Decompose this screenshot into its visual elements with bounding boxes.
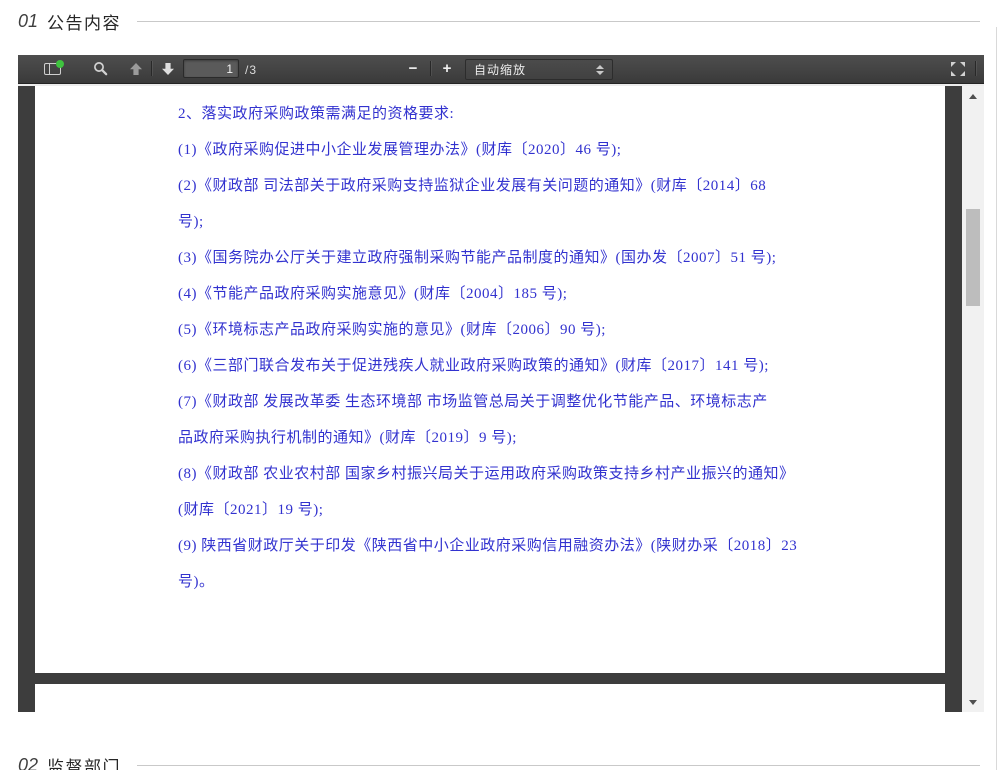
sidebar-toggle-button[interactable] xyxy=(37,55,67,82)
page-right-border xyxy=(996,27,997,770)
next-page-button[interactable] xyxy=(154,55,182,82)
zoom-in-icon: + xyxy=(443,61,452,76)
pdf-text-line: (4)《节能产品政府采购实施意见》(财库〔2004〕185 号); xyxy=(178,276,878,312)
pdf-text-line: (8)《财政部 农业农村部 国家乡村振兴局关于运用政府采购政策支持乡村产业振兴的… xyxy=(178,456,878,492)
section-divider xyxy=(137,21,980,22)
pdf-text-line: 号)。 xyxy=(178,564,878,600)
scrollbar-thumb[interactable] xyxy=(966,209,980,306)
chevron-updown-icon xyxy=(596,65,604,75)
search-button[interactable] xyxy=(86,55,114,82)
section-number: 01 xyxy=(18,11,38,32)
notification-dot xyxy=(56,60,64,68)
page-down-icon xyxy=(161,62,175,76)
zoom-in-button[interactable]: + xyxy=(433,55,461,82)
toolbar-separator xyxy=(430,61,431,76)
section-header-supervision: 02 监督部门 xyxy=(18,753,980,770)
pdf-viewer-canvas: 2、落实政府采购政策需满足的资格要求: (1)《政府采购促进中小企业发展管理办法… xyxy=(18,86,984,712)
pdf-toolbar: /3 − + 自动缩放 xyxy=(18,55,984,84)
pdf-text-line: 2、落实政府采购政策需满足的资格要求: xyxy=(178,96,878,132)
pdf-text-line: (2)《财政部 司法部关于政府采购支持监狱企业发展有关问题的通知》(财库〔201… xyxy=(178,168,878,204)
zoom-out-icon: − xyxy=(409,61,418,76)
pdf-text-line: (6)《三部门联合发布关于促进残疾人就业政府采购政策的通知》(财库〔2017〕1… xyxy=(178,348,878,384)
pdf-viewer: /3 − + 自动缩放 xyxy=(18,55,984,712)
pdf-text-line: (3)《国务院办公厅关于建立政府强制采购节能产品制度的通知》(国办发〔2007〕… xyxy=(178,240,878,276)
section-number: 02 xyxy=(18,755,38,770)
zoom-out-button[interactable]: − xyxy=(399,55,427,82)
scale-select[interactable]: 自动缩放 xyxy=(465,59,613,80)
section-divider xyxy=(137,765,980,766)
previous-page-button[interactable] xyxy=(122,55,150,82)
presentation-mode-icon xyxy=(950,61,966,77)
pdf-text-line: 号); xyxy=(178,204,878,240)
section-header-announcement: 01 公告内容 xyxy=(18,9,980,34)
scrollbar-up-button[interactable] xyxy=(962,88,984,104)
pdf-text-line: (财库〔2021〕19 号); xyxy=(178,492,878,528)
search-icon xyxy=(93,61,108,76)
toolbar-separator xyxy=(151,61,152,76)
section-title: 监督部门 xyxy=(47,753,121,770)
pdf-text-line: (9) 陕西省财政厅关于印发《陕西省中小企业政府采购信用融资办法》(陕财办采〔2… xyxy=(178,528,878,564)
section-title: 公告内容 xyxy=(47,9,121,34)
scrollbar-up-icon xyxy=(969,94,977,99)
pdf-text-line: (5)《环境标志产品政府采购实施的意见》(财库〔2006〕90 号); xyxy=(178,312,878,348)
pdf-text-block: 2、落实政府采购政策需满足的资格要求: (1)《政府采购促进中小企业发展管理办法… xyxy=(178,96,878,600)
presentation-mode-button[interactable] xyxy=(944,55,972,82)
pdf-text-line: 品政府采购执行机制的通知》(财库〔2019〕9 号); xyxy=(178,420,878,456)
pdf-page-1: 2、落实政府采购政策需满足的资格要求: (1)《政府采购促进中小企业发展管理办法… xyxy=(35,86,945,673)
pdf-text-line: (1)《政府采购促进中小企业发展管理办法》(财库〔2020〕46 号); xyxy=(178,132,878,168)
page-number-input[interactable] xyxy=(183,59,239,78)
page-up-icon xyxy=(129,62,143,76)
pdf-page-2 xyxy=(35,684,945,712)
toolbar-separator xyxy=(975,61,976,76)
scale-select-value: 自动缩放 xyxy=(474,61,596,78)
sidebar-toggle-icon xyxy=(44,63,61,75)
page-count-label: /3 xyxy=(245,55,257,84)
pdf-scrollbar[interactable] xyxy=(962,86,984,712)
page: 01 公告内容 xyxy=(0,0,999,770)
pdf-text-line: (7)《财政部 发展改革委 生态环境部 市场监管总局关于调整优化节能产品、环境标… xyxy=(178,384,878,420)
scrollbar-down-button[interactable] xyxy=(962,694,984,710)
scrollbar-down-icon xyxy=(969,700,977,705)
